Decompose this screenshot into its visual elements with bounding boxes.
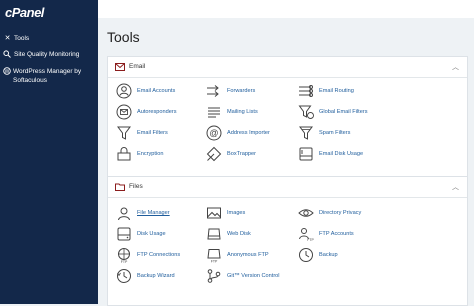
folder-icon (115, 183, 125, 191)
svg-text:W: W (5, 69, 10, 75)
tool-label: Mailing Lists (227, 109, 258, 115)
tool-forwarders[interactable]: Forwarders (206, 83, 255, 99)
email-panel: Email ︿ Email Accounts Forwarders Email … (107, 56, 468, 178)
backup-wizard-icon (116, 268, 132, 284)
sidebar-item-label: WordPress Manager by Softaculous (13, 68, 82, 84)
tool-backup[interactable]: Backup (298, 247, 338, 263)
autoresponder-icon (116, 104, 132, 120)
filter-icon (116, 125, 132, 141)
ftp-accounts-icon: FTP (298, 226, 314, 242)
files-panel: Files ︿ File Manager Images Directory Pr… (107, 176, 468, 306)
tool-label: Spam Filters (319, 130, 351, 136)
tool-label: Email Routing (319, 88, 354, 94)
file-manager-icon (116, 205, 132, 221)
cpanel-logo[interactable]: cPanel (5, 5, 44, 20)
tool-email-filters[interactable]: Email Filters (116, 125, 168, 141)
tool-images[interactable]: Images (206, 205, 245, 221)
tool-global-email-filters[interactable]: Global Email Filters (298, 104, 368, 120)
tool-label: Address Importer (227, 130, 270, 136)
routing-icon (298, 83, 314, 99)
images-icon (206, 205, 222, 221)
sidebar-item-wordpress-manager[interactable]: W WordPress Manager by Softaculous (3, 67, 97, 85)
main-content: Tools Email ︿ Email Accounts Forwarders (98, 18, 474, 306)
svg-text:@: @ (209, 128, 218, 138)
tool-label: BoxTrapper (227, 151, 257, 157)
files-panel-title: Files (129, 183, 143, 190)
tool-label: Directory Privacy (319, 210, 362, 216)
svg-text:FTP: FTP (211, 260, 218, 264)
svg-text:FTP: FTP (121, 260, 128, 263)
sidebar-item-site-quality-monitoring[interactable]: Site Quality Monitoring (3, 50, 97, 59)
tool-file-manager[interactable]: File Manager (116, 205, 170, 221)
tools-icon: ✕ (4, 35, 11, 42)
tool-label: Forwarders (227, 88, 256, 94)
tool-directory-privacy[interactable]: Directory Privacy (298, 205, 361, 221)
tool-email-routing[interactable]: Email Routing (298, 83, 354, 99)
tool-disk-usage[interactable]: Disk Usage (116, 226, 166, 242)
ftp-connections-icon: FTP (116, 247, 132, 263)
user-icon (116, 83, 132, 99)
tool-label: Anonymous FTP (227, 252, 269, 258)
tool-label: Backup (319, 252, 338, 258)
chevron-up-icon[interactable]: ︿ (452, 62, 459, 72)
anonymous-ftp-icon: FTP (206, 247, 222, 263)
tool-label: Global Email Filters (319, 109, 368, 115)
email-panel-title: Email (129, 63, 146, 70)
tool-ftp-accounts[interactable]: FTP FTP Accounts (298, 226, 354, 242)
spam-filter-icon (298, 125, 314, 141)
chevron-up-icon[interactable]: ︿ (452, 182, 459, 192)
tool-label: Email Accounts (137, 88, 176, 94)
backup-icon (298, 247, 314, 263)
git-icon (206, 268, 222, 284)
encryption-icon (116, 146, 132, 162)
tool-autoresponders[interactable]: Autoresponders (116, 104, 177, 120)
tool-label: FTP Accounts (319, 231, 354, 237)
tool-label: Encryption (137, 151, 164, 157)
tool-anonymous-ftp[interactable]: FTP Anonymous FTP (206, 247, 269, 263)
tool-label: Email Disk Usage (319, 151, 364, 157)
tool-label: Images (227, 210, 246, 216)
tool-email-accounts[interactable]: Email Accounts (116, 83, 175, 99)
forward-arrows-icon (206, 83, 222, 99)
tool-email-disk-usage[interactable]: Email Disk Usage (298, 146, 363, 162)
tool-label: Autoresponders (137, 109, 177, 115)
tool-ftp-connections[interactable]: FTP FTP Connections (116, 247, 180, 263)
email-panel-header[interactable]: Email ︿ (108, 57, 467, 78)
page-title: Tools (107, 29, 140, 45)
eye-icon (298, 205, 314, 221)
disk-usage-icon (298, 146, 314, 162)
sidebar-item-tools[interactable]: ✕ Tools (3, 34, 97, 43)
sidebar-item-label: Tools (14, 35, 30, 42)
tool-label: Backup Wizard (137, 273, 175, 279)
tool-label: Web Disk (227, 231, 251, 237)
at-icon: @ (206, 125, 222, 141)
wordpress-icon: W (3, 67, 11, 75)
files-panel-header[interactable]: Files ︿ (108, 177, 467, 198)
top-bar (98, 0, 474, 19)
tool-address-importer[interactable]: @ Address Importer (206, 125, 270, 141)
sidebar: cPanel ✕ Tools Site Quality Monitoring W… (0, 0, 98, 304)
tool-label: Email Filters (137, 130, 168, 136)
magnifier-icon (3, 50, 12, 58)
tool-encryption[interactable]: Encryption (116, 146, 163, 162)
web-disk-icon (206, 226, 222, 242)
tool-mailing-lists[interactable]: Mailing Lists (206, 104, 258, 120)
tool-spam-filters[interactable]: Spam Filters (298, 125, 350, 141)
disk-icon (116, 226, 132, 242)
tool-backup-wizard[interactable]: Backup Wizard (116, 268, 175, 284)
boxtrapper-icon (206, 146, 222, 162)
tool-label: Disk Usage (137, 231, 166, 237)
tool-label: Git™ Version Control (227, 273, 280, 279)
tool-label: File Manager (137, 210, 170, 216)
tool-label: FTP Connections (137, 252, 181, 258)
tool-git-version-control[interactable]: Git™ Version Control (206, 268, 280, 284)
sidebar-item-label: Site Quality Monitoring (14, 51, 80, 58)
list-icon (206, 104, 222, 120)
global-filter-icon (298, 104, 314, 120)
tool-boxtrapper[interactable]: BoxTrapper (206, 146, 256, 162)
envelope-icon (115, 63, 125, 71)
tool-web-disk[interactable]: Web Disk (206, 226, 251, 242)
svg-text:FTP: FTP (307, 238, 314, 242)
